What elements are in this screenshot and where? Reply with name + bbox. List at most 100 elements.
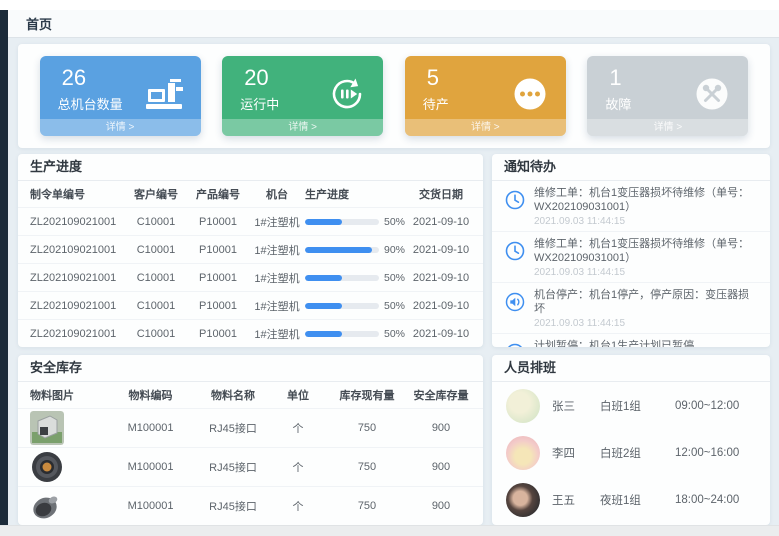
column-header: 生产进度 [305,186,411,202]
material-code: M100001 [108,500,193,512]
material-unit: 个 [273,459,323,475]
material-name: RJ45接口 [193,498,273,514]
sidebar-edge[interactable] [0,10,8,525]
column-header: 交货日期 [411,186,471,202]
card-label: 运行中 [240,94,279,113]
column-header: 库存现有量 [323,387,411,403]
round-speaker-photo [30,450,64,484]
progress-bar: 50% [305,272,411,284]
table-row: M100001 RJ45接口 个 750 900 [18,486,483,525]
panel-title: 安全库存 [18,355,483,382]
column-header: 物料图片 [30,387,108,403]
progress-bar: 50% [305,328,411,340]
table-row: ZL202109021001 C10001 P10001 1#注塑机 50% 2… [18,291,483,319]
column-header: 产品编号 [187,186,249,202]
card-total-machines[interactable]: 26 总机台数量 详情 > [40,56,201,136]
table-row: ZL202109021001 C10001 P10001 1#注塑机 90% 2… [18,235,483,263]
panel-title: 通知待办 [492,154,770,181]
progress-label: 50% [384,272,405,284]
staff-time-range: 09:00~12:00 [675,400,756,412]
card-detail-link[interactable]: 详情 > [587,119,748,136]
notice-item[interactable]: 机台停产：机台1停产，停产原因：变压器损坏 2021.09.03 11:44:1… [492,283,770,334]
customer-no: C10001 [125,216,187,228]
customer-no: C10001 [125,328,187,340]
staff-time-range: 12:00~16:00 [675,447,756,459]
production-progress-panel: 生产进度 制令单编号 客户编号 产品编号 机台 生产进度 交货日期 ZL2021… [18,154,483,347]
column-header: 制令单编号 [30,186,125,202]
repair-tools-icon [692,76,732,112]
card-value: 5 [427,65,439,91]
panel-title: 生产进度 [18,154,483,181]
order-no: ZL202109021001 [30,328,125,340]
customer-no: C10001 [125,272,187,284]
app-window: 首页 26 总机台数量 [0,0,779,536]
avatar [506,389,540,423]
speaker-icon [504,342,526,347]
safety-qty: 900 [411,500,471,512]
notice-item[interactable]: 维修工单：机台1变压器损坏待维修（单号：WX202109031001） 2021… [492,232,770,283]
clock-icon [504,189,526,211]
safety-stock-panel: 安全库存 物料图片 物料编码 物料名称 单位 库存现有量 安全库存量 [18,355,483,525]
column-header: 安全库存量 [411,387,471,403]
production-table-header: 制令单编号 客户编号 产品编号 机台 生产进度 交货日期 [18,181,483,207]
cycle-run-icon [327,76,367,112]
product-no: P10001 [187,216,249,228]
staff-row: 张三 白班1组 09:00~12:00 [492,382,770,429]
machine: 1#注塑机 [249,326,305,342]
customer-no: C10001 [125,300,187,312]
customer-no: C10001 [125,244,187,256]
notice-item[interactable]: 维修工单：机台1变压器损坏待维修（单号：WX202109031001） 2021… [492,181,770,232]
progress-bar: 90% [305,244,411,256]
stat-cards-panel: 26 总机台数量 详情 > 20 [18,44,770,148]
panel-title: 人员排班 [492,355,770,382]
order-no: ZL202109021001 [30,300,125,312]
notice-item[interactable]: 计划暂停：机台1生产计划已暂停 2021.09.03 11:44:15 [492,334,770,347]
material-name: RJ45接口 [193,420,273,436]
progress-label: 50% [384,328,405,340]
card-detail-link[interactable]: 详情 > [222,119,383,136]
notice-text: 维修工单：机台1变压器损坏待维修（单号：WX202109031001） [534,187,758,215]
notice-time: 2021.09.03 11:44:15 [534,318,758,329]
staff-row: 王五 夜班1组 18:00~24:00 [492,476,770,523]
notice-text: 机台停产：机台1停产，停产原因：变压器损坏 [534,289,758,317]
card-label: 故障 [605,94,631,113]
card-fault[interactable]: 1 故障 详情 > [587,56,748,136]
window-top-margin [0,0,779,10]
progress-label: 90% [384,244,405,256]
speaker-icon [504,291,526,313]
staff-time-range: 18:00~24:00 [675,494,756,506]
card-value: 1 [609,65,621,91]
card-label: 待产 [423,94,449,113]
card-waiting[interactable]: 5 待产 详情 > [405,56,566,136]
delivery-date: 2021-09-10 [411,216,471,228]
cone-speaker-photo [30,489,64,523]
material-unit: 个 [273,420,323,436]
column-header: 物料名称 [193,387,273,403]
order-no: ZL202109021001 [30,216,125,228]
avatar [506,436,540,470]
machine-icon [145,76,185,112]
product-no: P10001 [187,272,249,284]
card-detail-link[interactable]: 详情 > [405,119,566,136]
progress-label: 50% [384,216,405,228]
delivery-date: 2021-09-10 [411,328,471,340]
safety-qty: 900 [411,461,471,473]
column-header: 机台 [249,186,305,202]
safety-qty: 900 [411,422,471,434]
notifications-panel: 通知待办 维修工单：机台1变压器损坏待维修（单号：WX202109031001）… [492,154,770,347]
progress-bar: 50% [305,300,411,312]
delivery-date: 2021-09-10 [411,244,471,256]
stock-qty: 750 [323,500,411,512]
staff-name: 李四 [552,445,600,461]
card-detail-link[interactable]: 详情 > [40,119,201,136]
table-row: M100001 RJ45接口 个 750 900 [18,447,483,486]
stock-qty: 750 [323,461,411,473]
tab-home[interactable]: 首页 [26,14,52,33]
card-running[interactable]: 20 运行中 详情 > [222,56,383,136]
column-header: 单位 [273,387,323,403]
staff-name: 王五 [552,492,600,508]
card-label: 总机台数量 [58,94,123,113]
avatar [506,483,540,517]
material-code: M100001 [108,422,193,434]
material-code: M100001 [108,461,193,473]
